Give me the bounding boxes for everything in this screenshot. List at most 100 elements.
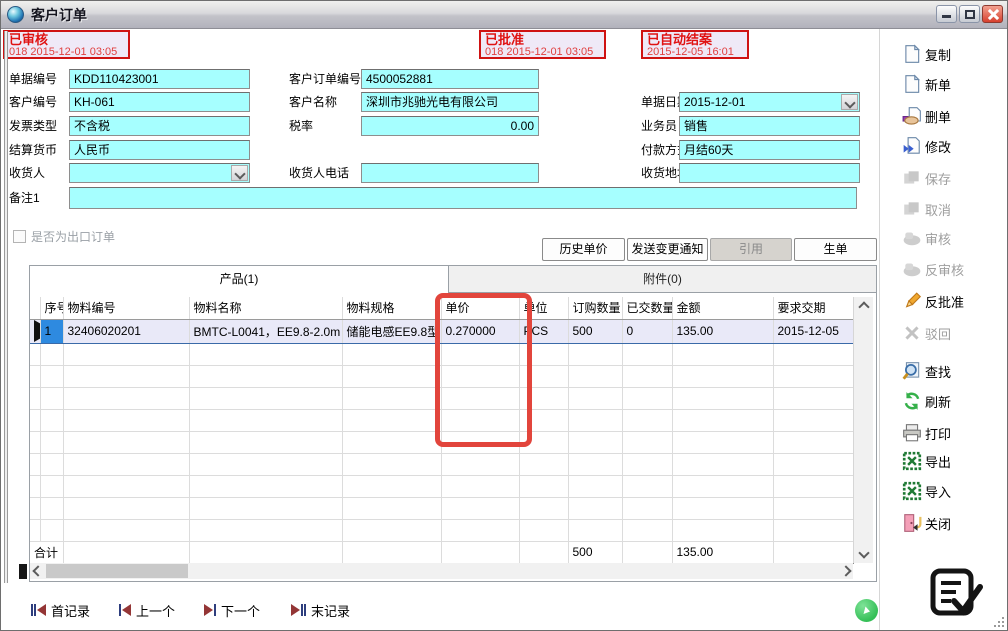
grid-empty-row[interactable] [30,519,853,541]
sidebar-button-unapprove[interactable]: 反批准 [902,289,964,313]
delete-doc-icon [902,106,922,126]
sidebar-label: 刷新 [925,392,951,411]
cell-material-name[interactable]: BMTC-L0041，EE9.8-2.0m [189,319,342,343]
salesman-field[interactable]: 销售 [679,116,860,136]
cell-material-no[interactable]: 32406020201 [63,319,189,343]
maximize-button[interactable] [959,5,980,23]
export-order-checkbox[interactable] [13,230,26,243]
history-price-button[interactable]: 历史单价 [542,238,625,261]
col-header-material-name[interactable]: 物料名称 [189,297,342,319]
col-header-material-no[interactable]: 物料编号 [63,297,189,319]
sidebar-button-refresh[interactable]: 刷新 [902,389,951,413]
cell-amount[interactable]: 135.00 [672,319,773,343]
col-header-order-qty[interactable]: 订购数量 [568,297,622,319]
scroll-left-button[interactable] [30,563,45,579]
sidebar-button-unaudit[interactable]: 反审核 [902,257,964,281]
tab-products[interactable]: 产品(1) [30,266,449,293]
doc-no-field[interactable]: KDD110423001 [69,69,250,89]
grid-vertical-scrollbar[interactable] [853,297,873,563]
grid-empty-row[interactable] [30,387,853,409]
doc-date-combo[interactable]: 2015-12-01 [679,92,860,112]
sidebar-button-copy[interactable]: 复制 [902,42,951,66]
nav-last-record[interactable]: 末记录 [291,599,350,621]
nav-first-record[interactable]: 首记录 [31,599,90,621]
resize-grip[interactable] [992,615,1004,627]
scroll-down-button[interactable] [854,545,874,561]
sidebar-button-reject[interactable]: 驳回 [902,321,951,345]
left-splitter[interactable] [4,31,8,583]
audit-icon [902,228,922,248]
grid-empty-row[interactable] [30,453,853,475]
send-change-notice-button[interactable]: 发送变更通知 [627,238,708,261]
grid-empty-row[interactable] [30,365,853,387]
sidebar-button-new[interactable]: 新单 [902,72,951,96]
cell-seq[interactable]: 1 [40,319,63,343]
generate-order-button[interactable]: 生单 [794,238,877,261]
cell-unit[interactable]: PCS [519,319,568,343]
consignee-phone-field[interactable] [361,163,539,183]
consignee-combo[interactable] [69,163,250,183]
customer-no-field[interactable]: KH-061 [69,92,250,112]
nav-next-record[interactable]: 下一个 [204,599,260,621]
horizontal-scroll-thumb[interactable] [46,564,188,578]
col-header-amount[interactable]: 金额 [672,297,773,319]
cell-order-qty[interactable]: 500 [568,319,622,343]
sidebar-label: 导出 [925,452,951,471]
minimize-button[interactable] [936,5,957,23]
grid-empty-row[interactable] [30,475,853,497]
grid-empty-row[interactable] [30,431,853,453]
doc-date-value: 2015-12-01 [684,95,745,109]
scroll-up-button[interactable] [854,299,874,315]
sidebar-button-cancel[interactable]: 取消 [902,197,951,221]
doc-date-dropdown-button[interactable] [841,94,858,110]
close-button[interactable] [982,5,1003,23]
first-record-icon [31,604,46,616]
payment-field[interactable]: 月结60天 [679,140,860,160]
sidebar-button-audit[interactable]: 审核 [902,226,951,250]
invoice-type-label: 发票类型 [9,116,57,136]
grid-horizontal-scrollbar[interactable] [30,563,853,579]
cell-delivered-qty[interactable]: 0 [622,319,672,343]
col-header-spec[interactable]: 物料规格 [342,297,441,319]
sidebar-button-modify[interactable]: 修改 [902,134,951,158]
col-header-delivered-qty[interactable]: 已交数量 [622,297,672,319]
grid-selected-row[interactable]: 1 32406020201 BMTC-L0041，EE9.8-2.0m 储能电感… [30,319,853,343]
ship-address-field[interactable] [679,163,860,183]
sidebar-button-export[interactable]: 导出 [902,449,951,473]
sidebar-button-delete[interactable]: 删单 [902,104,951,128]
grid-empty-row[interactable] [30,497,853,519]
scroll-right-button[interactable] [838,563,853,579]
nav-previous-record[interactable]: 上一个 [119,599,175,621]
tab-attachments[interactable]: 附件(0) [449,266,876,293]
sidebar-button-save[interactable]: 保存 [902,166,951,190]
consignee-dropdown-button[interactable] [231,165,248,181]
sidebar-label: 保存 [925,169,951,188]
tax-rate-field[interactable]: 0.00 [361,116,539,136]
grid-empty-row[interactable] [30,343,853,365]
col-header-seq[interactable]: 序号 [40,297,63,319]
customer-name-field[interactable]: 深圳市兆驰光电有限公司 [361,92,539,112]
remark1-field[interactable] [69,187,857,209]
grid-empty-row[interactable] [30,409,853,431]
cell-unit-price[interactable]: 0.270000 [441,319,519,343]
sidebar-label: 反批准 [925,292,964,311]
sidebar-button-print[interactable]: 打印 [902,421,951,445]
green-status-badge[interactable] [855,599,878,622]
currency-field[interactable]: 人民币 [69,140,250,160]
cell-due-date[interactable]: 2015-12-05 [773,319,853,343]
quote-button[interactable]: 引用 [710,238,792,261]
col-header-due-date[interactable]: 要求交期 [773,297,853,319]
sidebar-button-find[interactable]: 查找 [902,359,951,383]
col-header-unit[interactable]: 单位 [519,297,568,319]
customer-order-no-field[interactable]: 4500052881 [361,69,539,89]
sidebar-label: 关闭 [925,514,951,533]
sidebar-button-import[interactable]: 导入 [902,479,951,503]
cell-spec[interactable]: 储能电感EE9.8型 / [342,319,441,343]
invoice-type-field[interactable]: 不含税 [69,116,250,136]
sidebar-label: 反审核 [925,260,964,279]
stamp-audited: 已审核 018 2015-12-01 03:05 [3,30,130,59]
sidebar-button-close-window[interactable]: 关闭 [902,511,951,535]
col-header-unit-price[interactable]: 单价 [441,297,519,319]
maximize-icon [965,10,975,19]
tax-rate-label: 税率 [289,116,313,136]
